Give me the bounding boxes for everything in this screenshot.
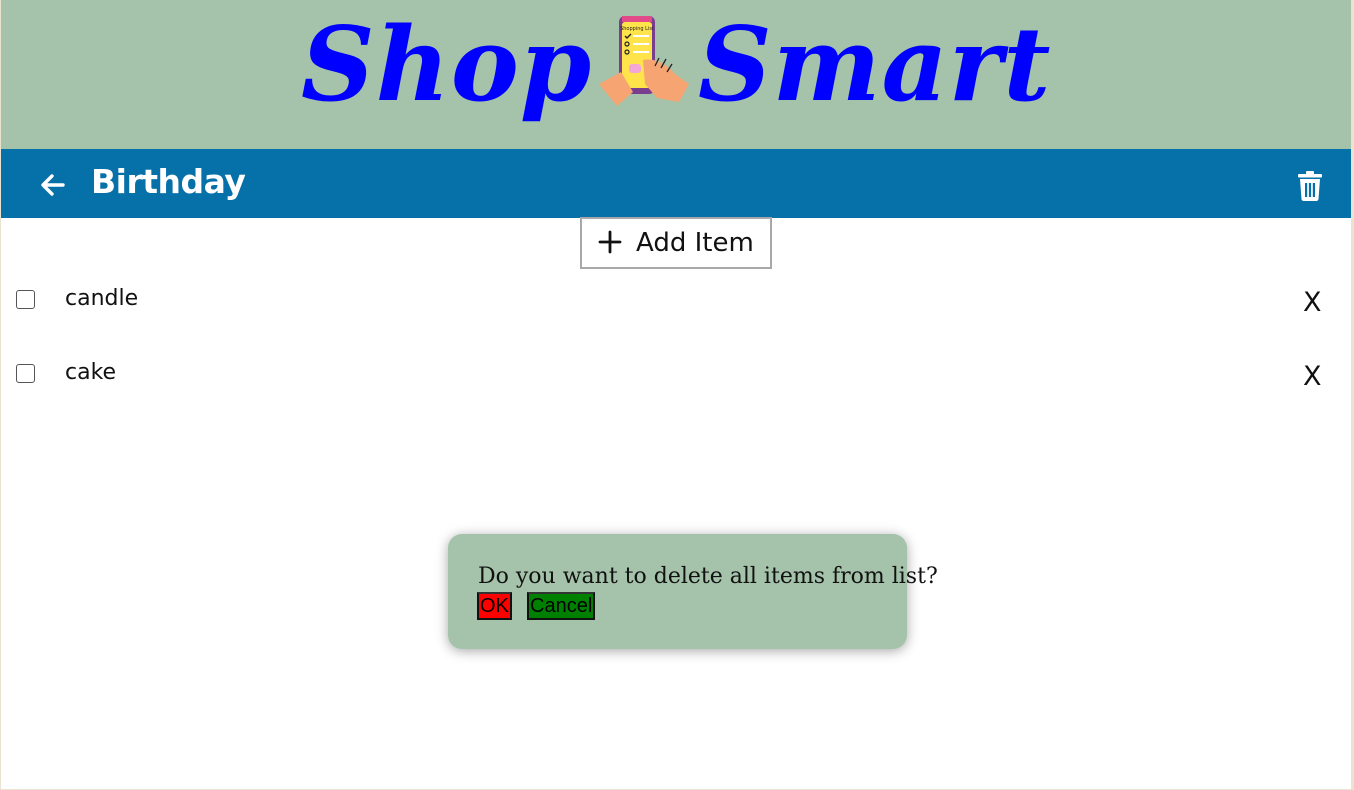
delete-item-button[interactable]: X [1303, 287, 1322, 318]
list-toolbar: Birthday [1, 149, 1351, 218]
add-item-label: Add Item [636, 228, 754, 258]
add-item-button[interactable]: Add Item [580, 217, 772, 269]
item-name: candle [65, 286, 139, 311]
confirm-delete-dialog: Do you want to delete all items from lis… [448, 534, 938, 649]
cancel-button[interactable]: Cancel [527, 592, 596, 620]
item-checkbox[interactable] [16, 364, 35, 383]
brand-word-shop: Shop [301, 5, 593, 125]
ok-button[interactable]: OK [477, 592, 512, 620]
item-checkbox[interactable] [16, 290, 35, 309]
app-window: Shop Shopping List Smart Birthday Add It… [1, 0, 1351, 789]
arrow-left-icon[interactable] [37, 169, 69, 201]
brand-header: Shop Shopping List Smart [1, 0, 1351, 149]
plus-icon [598, 230, 622, 254]
dialog-message: Do you want to delete all items from lis… [478, 564, 938, 589]
list-item: cake X [1, 356, 1351, 396]
delete-item-button[interactable]: X [1303, 361, 1322, 392]
list-title: Birthday [91, 162, 246, 201]
list-item: candle X [1, 282, 1351, 322]
logo-caption: Shopping List [620, 26, 654, 32]
trash-icon[interactable] [1297, 171, 1323, 201]
brand-word-smart: Smart [698, 5, 1052, 125]
shopping-list-phone-icon: Shopping List [599, 16, 689, 106]
item-name: cake [65, 360, 117, 385]
